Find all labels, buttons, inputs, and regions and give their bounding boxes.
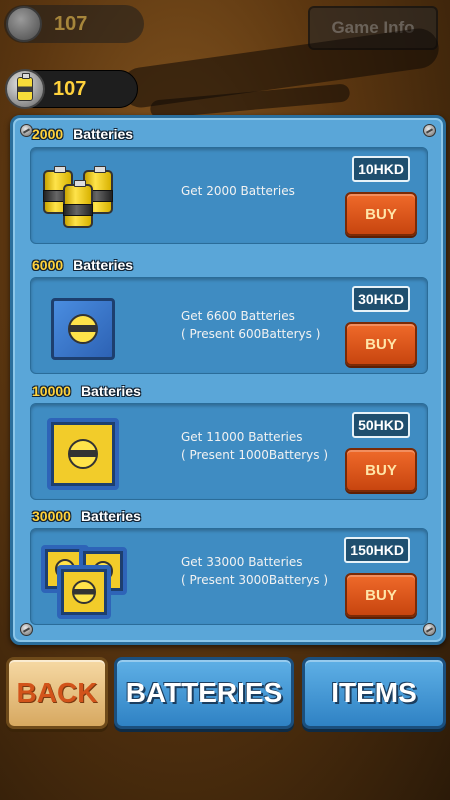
background-counter-value: 107 bbox=[54, 12, 88, 35]
pack-title: 30000 Batteries bbox=[32, 508, 141, 524]
pack-description: Get 2000 Batteries bbox=[181, 184, 295, 198]
buy-button[interactable]: BUY bbox=[345, 322, 417, 366]
buy-button[interactable]: BUY bbox=[345, 448, 417, 492]
pack-title: 6000 Batteries bbox=[32, 257, 133, 273]
back-button[interactable]: BACK bbox=[6, 657, 108, 729]
pack-amount: 10000 bbox=[32, 383, 71, 399]
pack-card[interactable]: Get 33000 Batteries ( Present 3000Batter… bbox=[30, 528, 428, 625]
pack-unit: Batteries bbox=[73, 257, 134, 273]
pack-card[interactable]: Get 2000 Batteries 10HKD BUY bbox=[30, 147, 428, 244]
rivet-icon bbox=[423, 124, 436, 137]
pack-description: Get 33000 Batteries ( Present 3000Batter… bbox=[181, 555, 329, 587]
battery-counter: 107 bbox=[5, 69, 138, 109]
pack-unit: Batteries bbox=[73, 126, 134, 142]
battery-count: 107 bbox=[53, 77, 87, 100]
rivet-icon bbox=[20, 623, 33, 636]
pack-unit: Batteries bbox=[80, 383, 141, 399]
battery-stack-icon bbox=[39, 154, 125, 238]
battery-coin-icon bbox=[5, 69, 45, 109]
price-tag: 50HKD bbox=[352, 412, 410, 438]
batteries-tab[interactable]: BATTERIES bbox=[114, 657, 294, 729]
pack-title: 2000 Batteries bbox=[32, 126, 133, 142]
buy-button[interactable]: BUY bbox=[345, 192, 417, 236]
pack-amount: 6000 bbox=[32, 257, 64, 273]
battery-coin-icon bbox=[6, 6, 42, 42]
battery-crate-icon bbox=[39, 410, 125, 494]
pack-amount: 2000 bbox=[32, 126, 64, 142]
rivet-icon bbox=[423, 623, 436, 636]
battery-box-icon bbox=[39, 284, 125, 368]
price-tag: 10HKD bbox=[352, 156, 410, 182]
pack-title: 10000 Batteries bbox=[32, 383, 141, 399]
items-tab[interactable]: ITEMS bbox=[302, 657, 446, 729]
price-tag: 30HKD bbox=[352, 286, 410, 312]
battery-crates-icon bbox=[39, 535, 127, 619]
buy-button[interactable]: BUY bbox=[345, 573, 417, 617]
background-battery-counter: 107 bbox=[4, 5, 144, 43]
pack-unit: Batteries bbox=[80, 508, 141, 524]
pack-card[interactable]: Get 6600 Batteries ( Present 600Batterys… bbox=[30, 277, 428, 374]
pack-amount: 30000 bbox=[32, 508, 71, 524]
pack-card[interactable]: Get 11000 Batteries ( Present 1000Batter… bbox=[30, 403, 428, 500]
price-tag: 150HKD bbox=[344, 537, 410, 563]
pack-description: Get 11000 Batteries ( Present 1000Batter… bbox=[181, 430, 329, 462]
pack-description: Get 6600 Batteries ( Present 600Batterys… bbox=[181, 309, 321, 341]
